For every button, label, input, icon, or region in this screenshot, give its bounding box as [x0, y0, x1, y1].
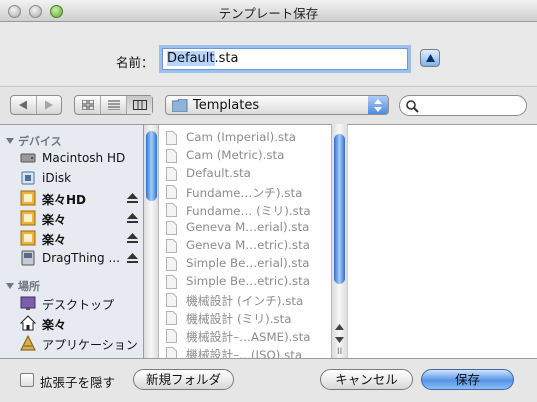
file-name: Default.sta — [186, 166, 251, 180]
hide-extension-label: 拡張子を隠す — [40, 375, 116, 390]
column-view-icon — [132, 100, 147, 110]
collapse-browser-button[interactable] — [420, 49, 440, 67]
file-name: Cam (Metric).sta — [186, 148, 285, 162]
sidebar-scrollbar[interactable] — [144, 125, 159, 358]
history-buttons — [10, 95, 62, 115]
column-scrollbar[interactable]: II — [331, 124, 347, 358]
bottom-bar: 拡張子を隠す 新規フォルダ キャンセル 保存 — [0, 358, 537, 402]
desktop-icon — [20, 296, 36, 310]
disk-image-icon — [21, 250, 35, 266]
file-name: Geneva M…etric).sta — [186, 238, 310, 252]
eject-icon[interactable] — [127, 213, 138, 223]
new-folder-button[interactable]: 新規フォルダ — [133, 369, 234, 390]
file-name-field[interactable]: Default.sta — [162, 48, 408, 70]
file-name: Geneva M…erial).sta — [186, 220, 310, 234]
drive-icon — [20, 190, 36, 206]
column-view-button[interactable] — [126, 96, 152, 114]
list-view-button[interactable] — [100, 96, 126, 114]
document-icon — [166, 149, 177, 163]
file-name: 機械設計–…(ISO).sta — [186, 348, 303, 358]
triangle-up-icon — [426, 54, 435, 62]
sidebar-item-rakuraku-2[interactable]: 楽々 — [20, 229, 143, 248]
cancel-button[interactable]: キャンセル — [320, 369, 413, 390]
forward-arrow-icon — [44, 100, 53, 110]
column-resize-handle[interactable]: II — [337, 347, 342, 357]
location-folder-name: Templates — [193, 98, 260, 113]
sidebar-item-macintosh-hd[interactable]: Macintosh HD — [20, 149, 143, 168]
sidebar-item-idisk[interactable]: iDisk — [20, 169, 143, 188]
home-icon — [20, 315, 36, 331]
file-name: 機械設計 (インチ).sta — [186, 294, 304, 308]
file-name: 機械設計 (ミリ).sta — [186, 312, 292, 326]
window-title: テンプレート保存 — [218, 6, 319, 21]
document-icon — [166, 347, 177, 358]
sidebar-item-rakuraku-1[interactable]: 楽々 — [20, 209, 143, 228]
view-mode-buttons — [74, 95, 153, 115]
save-button[interactable]: 保存 — [421, 369, 514, 390]
sidebar-scroll-thumb[interactable] — [146, 131, 157, 201]
file-list-column: Cam (Imperial).sta Cam (Metric).sta Defaul… — [144, 124, 347, 358]
file-name: Simple Be…etric).sta — [186, 274, 311, 288]
sidebar: デバイス Macintosh HD iDisk 楽々HD 楽々 楽々 DragT… — [0, 124, 144, 358]
icon-view-icon — [81, 100, 94, 110]
document-icon — [166, 131, 177, 145]
document-icon — [166, 311, 177, 325]
forward-button[interactable] — [35, 96, 62, 114]
hard-drive-icon — [20, 153, 36, 163]
scroll-down-arrow[interactable] — [332, 333, 347, 347]
back-button[interactable] — [11, 96, 36, 114]
arrow-up-icon — [335, 324, 344, 330]
document-icon — [166, 329, 177, 343]
hide-extension-checkbox[interactable] — [20, 373, 34, 387]
file-name: Cam (Imperial).sta — [186, 130, 297, 144]
document-icon — [166, 257, 177, 271]
document-icon — [166, 275, 177, 289]
sidebar-item-desktop[interactable]: デスクトップ — [20, 294, 143, 313]
file-name: Simple Be…erial).sta — [186, 256, 310, 270]
sidebar-item-rakuraku-hd[interactable]: 楽々HD — [20, 189, 143, 208]
file-name-extension: .sta — [214, 51, 239, 66]
sidebar-item-home[interactable]: 楽々 — [20, 314, 143, 333]
column-scroll-thumb[interactable] — [334, 134, 345, 284]
document-icon — [166, 203, 177, 217]
document-icon — [166, 185, 177, 199]
eject-icon[interactable] — [127, 253, 138, 263]
file-name: Fundame…ンチ).sta — [186, 186, 303, 200]
sidebar-item-dragthing[interactable]: DragThing ... — [20, 249, 143, 268]
scroll-up-arrow[interactable] — [332, 320, 347, 334]
search-icon — [406, 100, 419, 113]
document-icon — [166, 221, 177, 235]
drive-icon — [20, 230, 36, 246]
sidebar-places-header[interactable]: 場所 — [6, 278, 40, 294]
location-popup[interactable]: Templates — [165, 95, 389, 115]
popup-arrows-icon — [368, 96, 388, 114]
file-name: 機械設計–…ASME).sta — [186, 330, 311, 344]
folder-icon — [172, 99, 188, 112]
preview-column — [347, 124, 537, 358]
drive-icon — [20, 210, 36, 226]
arrow-down-icon — [335, 337, 344, 343]
back-arrow-icon — [19, 100, 28, 110]
list-view-icon — [107, 100, 120, 110]
document-icon — [166, 167, 177, 181]
document-icon — [166, 293, 177, 307]
document-icon — [166, 239, 177, 253]
sidebar-item-applications[interactable]: アプリケーション — [20, 334, 143, 353]
save-as-label: 名前： — [116, 55, 154, 70]
file-name-selected-text: Default — [167, 51, 215, 66]
save-as-area: 名前： Default.sta — [0, 22, 537, 86]
eject-icon[interactable] — [127, 233, 138, 243]
file-name: Fundame… (ミリ).sta — [186, 204, 311, 218]
applications-icon — [20, 335, 36, 351]
search-field[interactable] — [399, 95, 527, 116]
title-bar: テンプレート保存 — [0, 0, 537, 22]
icon-view-button[interactable] — [75, 96, 100, 114]
idisk-icon — [21, 171, 35, 185]
sidebar-devices-header[interactable]: デバイス — [6, 133, 62, 149]
eject-icon[interactable] — [127, 193, 138, 203]
